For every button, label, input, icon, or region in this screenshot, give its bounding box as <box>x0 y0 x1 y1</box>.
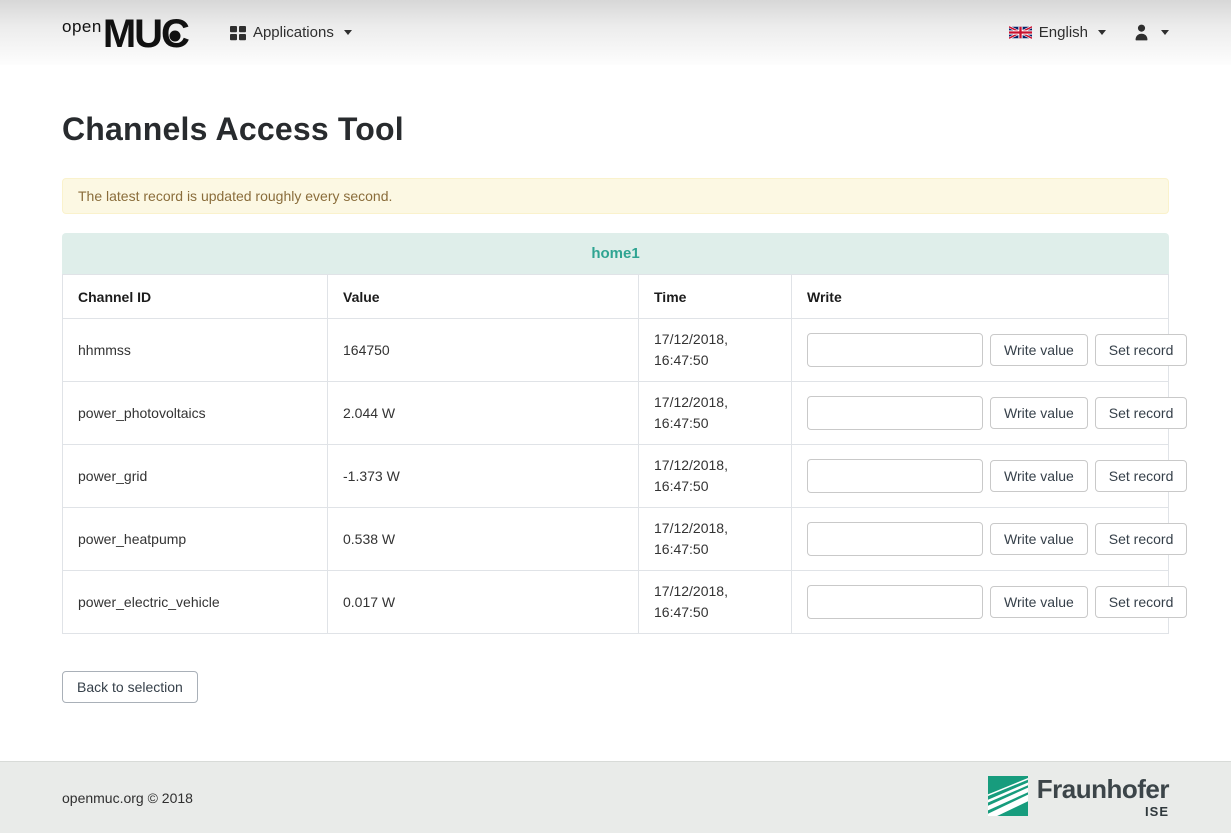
set-record-button[interactable]: Set record <box>1095 586 1188 618</box>
chevron-down-icon <box>1161 30 1169 35</box>
channel-id-cell: power_heatpump <box>63 508 328 571</box>
table-body: hhmmss 164750 17/12/2018, 16:47:50 Write… <box>63 319 1169 634</box>
table-row: hhmmss 164750 17/12/2018, 16:47:50 Write… <box>63 319 1169 382</box>
write-value-button[interactable]: Write value <box>990 397 1088 429</box>
language-menu[interactable]: English <box>1009 24 1106 41</box>
write-value-button[interactable]: Write value <box>990 334 1088 366</box>
write-value-button[interactable]: Write value <box>990 523 1088 555</box>
channels-table: Channel ID Value Time Write hhmmss 16475… <box>62 274 1169 634</box>
navbar-right: English <box>1009 23 1169 42</box>
write-value-button[interactable]: Write value <box>990 586 1088 618</box>
channel-id-cell: power_photovoltaics <box>63 382 328 445</box>
time-cell: 17/12/2018, 16:47:50 <box>639 319 792 382</box>
column-header-write: Write <box>792 275 1169 319</box>
table-row: power_electric_vehicle 0.017 W 17/12/201… <box>63 571 1169 634</box>
write-cell: Write value Set record <box>807 333 1153 367</box>
page-title: Channels Access Tool <box>62 111 1169 148</box>
footer-copyright: openmuc.org © 2018 <box>62 790 193 806</box>
info-alert-text: The latest record is updated roughly eve… <box>78 188 392 204</box>
apps-grid-icon <box>230 25 246 41</box>
user-icon <box>1132 23 1151 42</box>
main-content: Channels Access Tool The latest record i… <box>0 111 1231 703</box>
value-cell: 164750 <box>328 319 639 382</box>
value-cell: 2.044 W <box>328 382 639 445</box>
table-row: power_photovoltaics 2.044 W 17/12/2018, … <box>63 382 1169 445</box>
logo-muc-text: MU <box>103 12 161 56</box>
time-cell: 17/12/2018, 16:47:50 <box>639 508 792 571</box>
write-cell: Write value Set record <box>807 585 1153 619</box>
device-group-heading: home1 <box>62 233 1169 274</box>
logo-dot <box>170 31 181 42</box>
chevron-down-icon <box>1098 30 1106 35</box>
fraunhofer-ise-logo: Fraunhofer ISE <box>988 776 1169 819</box>
uk-flag-icon <box>1009 26 1032 39</box>
write-value-input[interactable] <box>807 459 983 493</box>
write-value-input[interactable] <box>807 333 983 367</box>
write-cell: Write value Set record <box>807 459 1153 493</box>
footer: openmuc.org © 2018 Fraunhofer ISE <box>0 761 1231 833</box>
time-cell: 17/12/2018, 16:47:50 <box>639 382 792 445</box>
column-header-time: Time <box>639 275 792 319</box>
write-value-input[interactable] <box>807 585 983 619</box>
write-value-input[interactable] <box>807 522 983 556</box>
fraunhofer-institute-label: ISE <box>1145 804 1169 819</box>
table-row: power_grid -1.373 W 17/12/2018, 16:47:50… <box>63 445 1169 508</box>
language-label: English <box>1039 24 1088 41</box>
applications-menu[interactable]: Applications <box>230 24 352 41</box>
column-header-value: Value <box>328 275 639 319</box>
time-cell: 17/12/2018, 16:47:50 <box>639 571 792 634</box>
user-menu[interactable] <box>1132 23 1169 42</box>
write-value-button[interactable]: Write value <box>990 460 1088 492</box>
channel-id-cell: hhmmss <box>63 319 328 382</box>
value-cell: -1.373 W <box>328 445 639 508</box>
set-record-button[interactable]: Set record <box>1095 460 1188 492</box>
fraunhofer-wordmark: Fraunhofer <box>1037 776 1169 803</box>
channels-panel: home1 Channel ID Value Time Write hhmmss… <box>62 233 1169 634</box>
table-row: power_heatpump 0.538 W 17/12/2018, 16:47… <box>63 508 1169 571</box>
openmuc-logo[interactable]: openMUC <box>62 15 188 53</box>
navbar: openMUC Applications <box>0 0 1231 65</box>
channel-id-cell: power_grid <box>63 445 328 508</box>
write-cell: Write value Set record <box>807 522 1153 556</box>
set-record-button[interactable]: Set record <box>1095 523 1188 555</box>
write-cell: Write value Set record <box>807 396 1153 430</box>
table-header-row: Channel ID Value Time Write <box>63 275 1169 319</box>
back-to-selection-button[interactable]: Back to selection <box>62 671 198 703</box>
write-value-input[interactable] <box>807 396 983 430</box>
column-header-channel-id: Channel ID <box>63 275 328 319</box>
value-cell: 0.017 W <box>328 571 639 634</box>
value-cell: 0.538 W <box>328 508 639 571</box>
set-record-button[interactable]: Set record <box>1095 397 1188 429</box>
channel-id-cell: power_electric_vehicle <box>63 571 328 634</box>
set-record-button[interactable]: Set record <box>1095 334 1188 366</box>
fraunhofer-stripes-icon <box>988 776 1028 816</box>
logo-open-text: open <box>62 15 102 37</box>
logo-c-glyph: C <box>161 15 188 53</box>
time-cell: 17/12/2018, 16:47:50 <box>639 445 792 508</box>
info-alert: The latest record is updated roughly eve… <box>62 178 1169 214</box>
applications-label: Applications <box>253 24 334 41</box>
chevron-down-icon <box>344 30 352 35</box>
